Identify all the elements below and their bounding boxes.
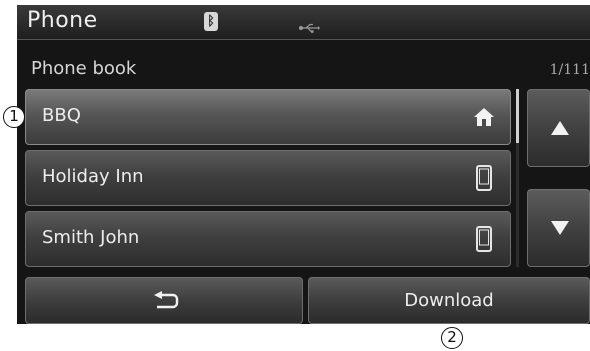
- contact-name: BBQ: [42, 105, 81, 126]
- contact-name: Holiday Inn: [42, 166, 144, 187]
- contact-name: Smith John: [42, 227, 140, 248]
- phone-book-header: Phone book 1/111: [17, 55, 590, 83]
- screen-title: Phone: [27, 8, 98, 33]
- phone-screen: Phone ᛒ Phone book 1/111 BBQ Holiday Inn…: [17, 5, 590, 324]
- arrow-down-icon: [551, 221, 569, 235]
- scrollbar-thumb[interactable]: [516, 89, 519, 143]
- download-button[interactable]: Download: [308, 277, 590, 324]
- phone-book-title: Phone book: [31, 58, 137, 79]
- status-bar: Phone ᛒ: [17, 5, 590, 40]
- arrow-up-icon: [551, 121, 569, 135]
- scroll-down-button[interactable]: [527, 189, 590, 267]
- download-label: Download: [404, 290, 494, 311]
- contact-row[interactable]: Smith John: [25, 211, 511, 267]
- usb-icon: [298, 18, 320, 33]
- contact-row[interactable]: BBQ: [25, 89, 511, 145]
- callout-marker-2: 2: [441, 327, 463, 349]
- back-button[interactable]: [25, 277, 303, 324]
- home-icon: [472, 104, 496, 130]
- mobile-phone-icon: [472, 226, 496, 252]
- contact-row[interactable]: Holiday Inn: [25, 150, 511, 206]
- bluetooth-icon: ᛒ: [204, 12, 218, 31]
- back-icon: [154, 291, 179, 309]
- page-count: 1/111: [549, 62, 590, 78]
- callout-marker-1: 1: [3, 106, 25, 128]
- mobile-phone-icon: [472, 165, 496, 191]
- scroll-up-button[interactable]: [527, 89, 590, 167]
